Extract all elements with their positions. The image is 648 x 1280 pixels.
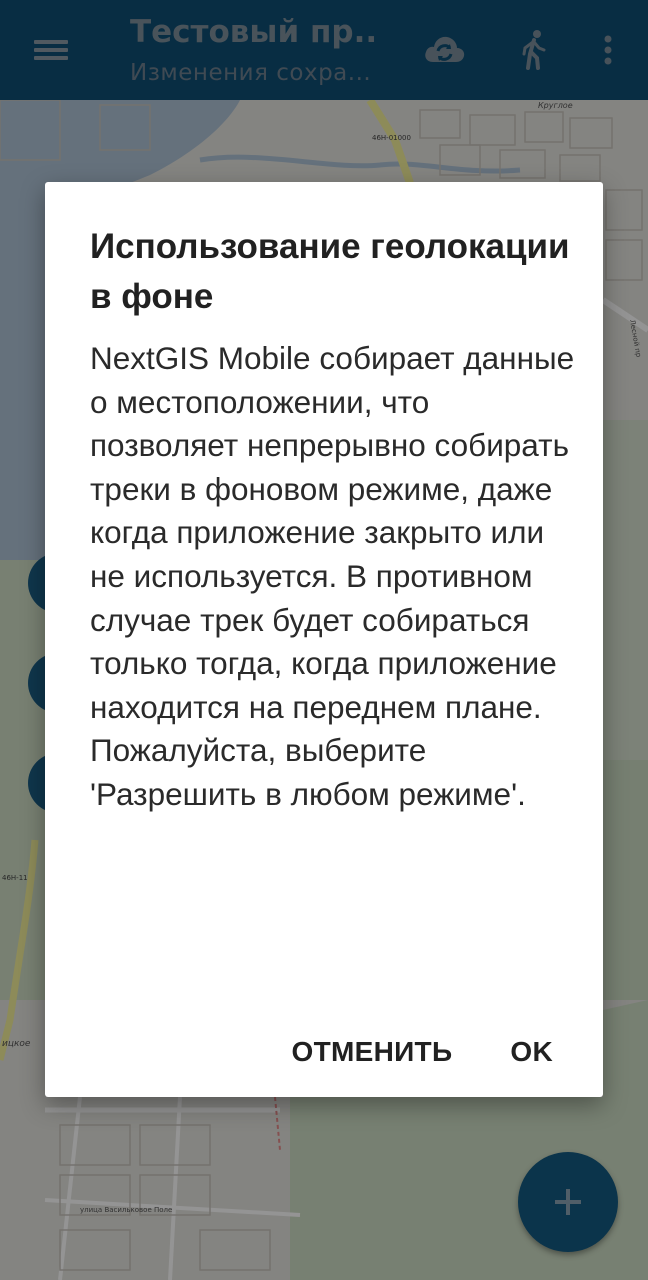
screen: Круглое 46Н-01000 46Н-11 ицкое улица Вас… [0,0,648,1280]
ok-button[interactable]: OK [510,1027,553,1077]
dialog-message: NextGIS Mobile собирает данные о местопо… [90,340,575,812]
cancel-button[interactable]: ОТМЕНИТЬ [292,1027,453,1077]
dialog-title: Использование геолокации в фоне [90,227,570,316]
dialog-actions: ОТМЕНИТЬ OK [292,1027,553,1077]
background-location-dialog: Использование геолокации в фоне NextGIS … [45,182,603,1097]
